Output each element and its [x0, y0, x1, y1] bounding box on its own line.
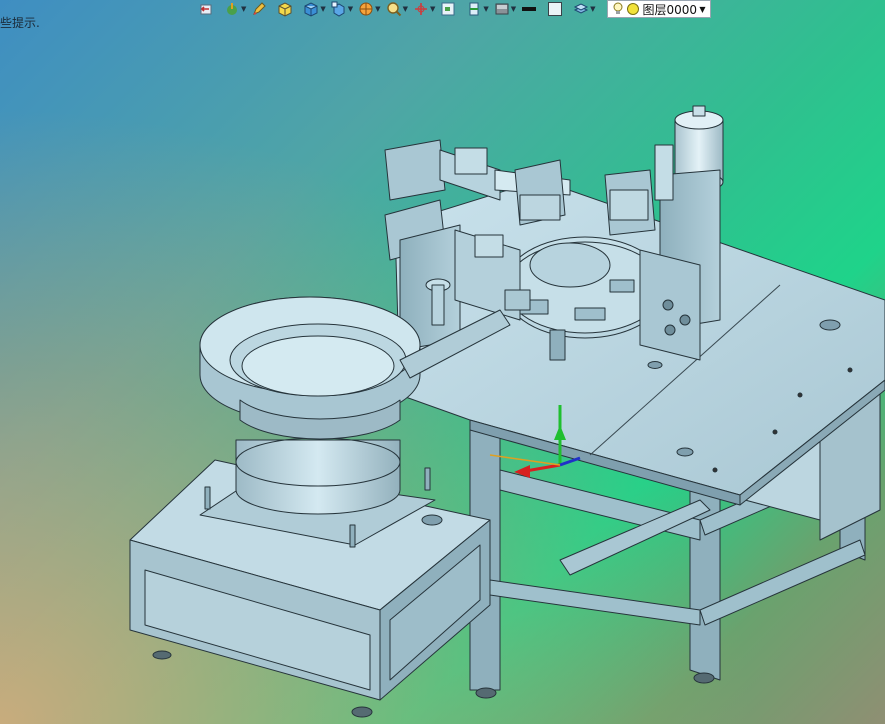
frame-button[interactable] — [440, 0, 456, 18]
layers-icon — [574, 3, 589, 14]
display-mode-icon — [495, 3, 509, 15]
section-plane-icon — [469, 2, 479, 16]
layer-select[interactable]: 图层0000 ▼ — [606, 0, 711, 18]
blue-cube-icon — [304, 2, 318, 17]
layer-color-icon — [626, 3, 639, 15]
3d-viewport[interactable]: 些提示. ▼ ▼ ▼ ▼ ▼ ▼ ▼ ▼ ▼ 图层0000 ▼ — [0, 0, 885, 724]
render-sphere-icon — [359, 2, 373, 16]
machine-model[interactable] — [0, 0, 885, 724]
frame-view-icon — [441, 2, 455, 16]
view-cube-icon — [331, 1, 345, 17]
view-toolbar: ▼ ▼ ▼ ▼ ▼ ▼ ▼ ▼ ▼ 图层0000 ▼ — [198, 0, 711, 18]
chevron-down-icon: ▼ — [402, 5, 408, 13]
chevron-down-icon: ▼ — [483, 5, 489, 13]
line-style-button[interactable] — [521, 0, 537, 18]
zoom-fit-icon — [386, 2, 401, 17]
chevron-down-icon: ▼ — [375, 5, 381, 13]
chevron-down-icon: ▼ — [590, 5, 596, 13]
fill-color-icon — [548, 2, 563, 16]
pencil-icon — [253, 2, 267, 15]
magnet-pick-icon — [227, 3, 237, 15]
chevron-down-icon: ▼ — [347, 5, 354, 13]
view-button[interactable]: ▼ — [303, 0, 328, 18]
chevron-down-icon: ▼ — [699, 4, 706, 14]
lightbulb-icon — [613, 2, 623, 14]
shaded-cube-icon — [278, 2, 292, 17]
status-hint-text: 些提示. — [0, 16, 40, 30]
display-button[interactable]: ▼ — [494, 0, 519, 18]
layer-manager-button[interactable]: ▼ — [573, 0, 598, 18]
csys-button[interactable]: ▼ — [413, 0, 438, 18]
fill-color-button[interactable] — [547, 0, 563, 18]
chevron-down-icon: ▼ — [241, 5, 247, 13]
render-button[interactable]: ▼ — [358, 0, 383, 18]
std-views-button[interactable]: ▼ — [331, 0, 356, 18]
snap-button[interactable]: ▼ — [224, 0, 249, 18]
line-style-icon — [522, 7, 537, 11]
layer-name: 图层0000 — [642, 2, 698, 17]
section-button[interactable]: ▼ — [466, 0, 491, 18]
history-icon — [200, 4, 212, 15]
zoom-button[interactable]: ▼ — [386, 0, 411, 18]
chevron-down-icon: ▼ — [429, 5, 436, 13]
chevron-down-icon: ▼ — [510, 5, 517, 13]
coordinate-axes-icon — [414, 3, 427, 15]
chevron-down-icon: ▼ — [320, 5, 326, 13]
undo-button[interactable] — [198, 0, 214, 18]
shade-button[interactable] — [277, 0, 293, 18]
pen-button[interactable] — [251, 0, 267, 18]
